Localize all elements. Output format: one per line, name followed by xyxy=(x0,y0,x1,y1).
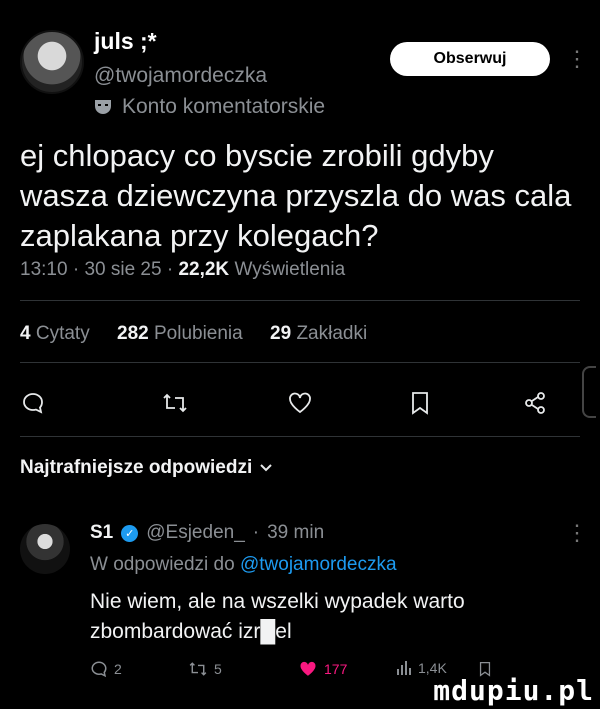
scrollbar[interactable] xyxy=(582,366,596,418)
quotes-count[interactable]: 4 xyxy=(20,323,31,344)
verified-badge-icon: ✓ xyxy=(121,524,139,542)
views-bar-icon[interactable] xyxy=(396,660,412,676)
share-icon[interactable] xyxy=(520,388,550,418)
author-handle[interactable]: @twojamordeczka xyxy=(94,64,267,88)
views-count: 22,2K xyxy=(178,259,230,280)
reply-icon[interactable] xyxy=(90,660,108,678)
reply-context-handle[interactable]: @twojamordeczka xyxy=(240,554,397,575)
reply-likes-count: 177 xyxy=(324,661,348,677)
like-icon[interactable] xyxy=(285,388,315,418)
bookmark-icon[interactable] xyxy=(405,388,435,418)
views-label: Wyświetlenia xyxy=(234,259,346,280)
heart-filled-icon[interactable] xyxy=(298,660,318,678)
reply-icon[interactable] xyxy=(18,388,48,418)
watermark: mdupiu.pl xyxy=(433,674,594,707)
tweet-date[interactable]: 30 sie 25 xyxy=(84,259,161,280)
chevron-down-icon[interactable] xyxy=(260,464,272,472)
reply-text: Nie wiem, ale na wszelki wypadek warto z… xyxy=(90,590,465,643)
reply-author-name[interactable]: S1 xyxy=(90,522,113,544)
author-display-name[interactable]: juls ;* xyxy=(94,28,157,55)
account-type-label: Konto komentatorskie xyxy=(122,95,326,118)
replies-sort[interactable]: Najtrafniejsze odpowiedzi xyxy=(20,457,272,479)
follow-button[interactable]: Obserwuj xyxy=(390,42,550,76)
repost-icon[interactable] xyxy=(160,388,190,418)
likes-label[interactable]: Polubienia xyxy=(154,323,243,344)
bookmarks-count[interactable]: 29 xyxy=(270,323,291,344)
reply-more-options-icon[interactable]: ⋮ xyxy=(566,520,588,546)
tweet-stats: 4 Cytaty 282 Polubienia 29 Zakładki xyxy=(20,323,367,345)
reply-header: S1 ✓ @Esjeden_ · 39 min xyxy=(90,522,325,544)
mask-icon xyxy=(95,100,111,114)
author-avatar[interactable] xyxy=(20,30,84,94)
reply-context: W odpowiedzi do @twojamordeczka xyxy=(90,554,397,576)
repost-icon[interactable] xyxy=(188,660,208,678)
reply-reply-action[interactable]: 2 xyxy=(90,660,122,678)
tweet-text: ej chlopacy co byscie zrobili gdyby wasz… xyxy=(20,138,572,253)
divider xyxy=(20,300,580,301)
reply-replies-count: 2 xyxy=(114,661,122,677)
reply-avatar[interactable] xyxy=(20,524,70,574)
bookmarks-label[interactable]: Zakładki xyxy=(296,323,367,344)
reply-time[interactable]: 39 min xyxy=(267,522,324,544)
divider xyxy=(20,362,580,363)
tweet-time[interactable]: 13:10 xyxy=(20,259,68,280)
replies-sort-label[interactable]: Najtrafniejsze odpowiedzi xyxy=(20,457,252,479)
reply-reposts-count: 5 xyxy=(214,661,222,677)
reply-like-action[interactable]: 177 xyxy=(298,660,347,678)
reply-context-prefix: W odpowiedzi do xyxy=(90,554,235,575)
reply-repost-action[interactable]: 5 xyxy=(188,660,222,678)
account-type: Konto komentatorskie xyxy=(94,95,325,119)
reply-author-handle[interactable]: @Esjeden_ xyxy=(146,522,245,544)
tweet-meta: 13:10 · 30 sie 25 · 22,2K Wyświetlenia xyxy=(20,259,346,280)
likes-count[interactable]: 282 xyxy=(117,323,149,344)
quotes-label[interactable]: Cytaty xyxy=(36,323,90,344)
more-options-icon[interactable]: ⋮ xyxy=(566,46,588,72)
divider xyxy=(20,436,580,437)
